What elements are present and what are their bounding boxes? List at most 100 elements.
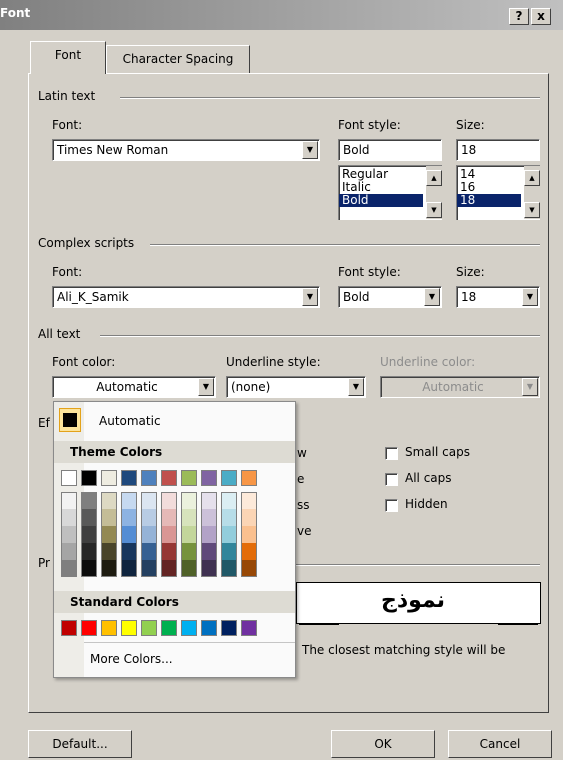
theme-shade-swatch[interactable] xyxy=(101,560,117,577)
scroll-up-button[interactable]: ▲ xyxy=(524,170,540,186)
latin-style-list[interactable]: Regular Italic Bold ▲ ▼ xyxy=(338,165,442,220)
theme-shade-swatch[interactable] xyxy=(181,543,197,560)
tab-font[interactable]: Font xyxy=(30,41,106,74)
underline-style-dropdown-button[interactable]: ▼ xyxy=(348,378,364,396)
theme-shade-swatch[interactable] xyxy=(81,543,97,560)
theme-shade-swatch[interactable] xyxy=(101,543,117,560)
theme-shade-swatch[interactable] xyxy=(201,543,217,560)
theme-shade-swatch[interactable] xyxy=(61,543,77,560)
theme-shade-swatch[interactable] xyxy=(81,526,97,543)
theme-shade-swatch[interactable] xyxy=(121,560,137,577)
complex-size-dropdown-button[interactable]: ▼ xyxy=(522,288,538,306)
theme-shade-swatch[interactable] xyxy=(161,560,177,577)
list-item[interactable]: 18 xyxy=(457,194,521,207)
standard-color-swatch[interactable] xyxy=(181,620,197,636)
theme-shade-swatch[interactable] xyxy=(81,509,97,526)
theme-shade-swatch[interactable] xyxy=(201,560,217,577)
latin-style-scrollbar[interactable]: ▲ ▼ xyxy=(426,166,442,219)
list-item[interactable]: Bold xyxy=(339,194,423,207)
scroll-up-button[interactable]: ▲ xyxy=(426,170,442,186)
small-caps-checkbox[interactable] xyxy=(385,447,398,460)
theme-shade-swatch[interactable] xyxy=(201,509,217,526)
complex-font-combo[interactable]: Ali_K_Samik ▼ xyxy=(52,286,320,308)
theme-shade-swatch[interactable] xyxy=(181,526,197,543)
complex-style-combo[interactable]: Bold ▼ xyxy=(338,286,442,308)
theme-shade-swatch[interactable] xyxy=(121,509,137,526)
complex-size-combo[interactable]: 18 ▼ xyxy=(456,286,540,308)
theme-color-swatch[interactable] xyxy=(121,470,137,486)
theme-shade-swatch[interactable] xyxy=(141,560,157,577)
standard-color-swatch[interactable] xyxy=(161,620,177,636)
theme-shade-swatch[interactable] xyxy=(241,560,257,577)
complex-font-dropdown-button[interactable]: ▼ xyxy=(302,288,318,306)
standard-color-swatch[interactable] xyxy=(201,620,217,636)
ok-button[interactable]: OK xyxy=(331,730,435,758)
theme-color-swatch[interactable] xyxy=(221,470,237,486)
theme-shade-swatch[interactable] xyxy=(141,526,157,543)
theme-color-swatch[interactable] xyxy=(181,470,197,486)
theme-shade-swatch[interactable] xyxy=(221,543,237,560)
theme-shade-swatch[interactable] xyxy=(241,543,257,560)
theme-color-swatch[interactable] xyxy=(241,470,257,486)
cancel-button[interactable]: Cancel xyxy=(448,730,552,758)
theme-shade-swatch[interactable] xyxy=(61,492,77,509)
scroll-down-button[interactable]: ▼ xyxy=(524,202,540,218)
theme-color-swatch[interactable] xyxy=(81,470,97,486)
latin-style-input[interactable]: Bold xyxy=(338,139,442,161)
latin-font-combo[interactable]: Times New Roman ▼ xyxy=(52,139,320,161)
theme-color-swatch[interactable] xyxy=(101,470,117,486)
all-caps-checkbox[interactable] xyxy=(385,473,398,486)
standard-color-swatch[interactable] xyxy=(221,620,237,636)
scroll-down-button[interactable]: ▼ xyxy=(426,202,442,218)
standard-color-swatch[interactable] xyxy=(141,620,157,636)
standard-color-swatch[interactable] xyxy=(61,620,77,636)
theme-shade-swatch[interactable] xyxy=(101,526,117,543)
theme-shade-swatch[interactable] xyxy=(161,492,177,509)
theme-shade-swatch[interactable] xyxy=(241,492,257,509)
standard-color-swatch[interactable] xyxy=(121,620,137,636)
help-button[interactable]: ? xyxy=(509,8,529,25)
latin-font-dropdown-button[interactable]: ▼ xyxy=(302,141,318,159)
theme-shade-swatch[interactable] xyxy=(161,509,177,526)
theme-shade-swatch[interactable] xyxy=(61,526,77,543)
theme-shade-swatch[interactable] xyxy=(241,526,257,543)
theme-shade-swatch[interactable] xyxy=(81,560,97,577)
automatic-color-option[interactable]: Automatic xyxy=(99,414,161,428)
theme-shade-swatch[interactable] xyxy=(181,492,197,509)
automatic-swatch-frame[interactable] xyxy=(59,408,81,432)
theme-shade-swatch[interactable] xyxy=(221,509,237,526)
theme-shade-swatch[interactable] xyxy=(161,526,177,543)
close-button[interactable]: x xyxy=(531,8,551,25)
theme-shade-swatch[interactable] xyxy=(141,509,157,526)
theme-shade-swatch[interactable] xyxy=(221,526,237,543)
font-color-combo[interactable]: Automatic ▼ xyxy=(52,376,216,398)
theme-shade-swatch[interactable] xyxy=(141,543,157,560)
theme-shade-swatch[interactable] xyxy=(61,560,77,577)
theme-shade-swatch[interactable] xyxy=(101,509,117,526)
theme-shade-swatch[interactable] xyxy=(161,543,177,560)
theme-shade-swatch[interactable] xyxy=(121,492,137,509)
latin-size-input[interactable]: 18 xyxy=(456,139,540,161)
theme-color-swatch[interactable] xyxy=(161,470,177,486)
theme-shade-swatch[interactable] xyxy=(101,492,117,509)
latin-size-scrollbar[interactable]: ▲ ▼ xyxy=(524,166,540,219)
theme-color-swatch[interactable] xyxy=(201,470,217,486)
complex-style-dropdown-button[interactable]: ▼ xyxy=(424,288,440,306)
theme-shade-swatch[interactable] xyxy=(221,560,237,577)
theme-shade-swatch[interactable] xyxy=(201,526,217,543)
theme-shade-swatch[interactable] xyxy=(81,492,97,509)
hidden-checkbox[interactable] xyxy=(385,499,398,512)
underline-style-combo[interactable]: (none) ▼ xyxy=(226,376,366,398)
theme-shade-swatch[interactable] xyxy=(181,560,197,577)
standard-color-swatch[interactable] xyxy=(81,620,97,636)
theme-shade-swatch[interactable] xyxy=(61,509,77,526)
theme-color-swatch[interactable] xyxy=(141,470,157,486)
theme-shade-swatch[interactable] xyxy=(121,543,137,560)
default-button[interactable]: Default... xyxy=(28,730,132,758)
theme-color-swatch[interactable] xyxy=(61,470,77,486)
theme-shade-swatch[interactable] xyxy=(181,509,197,526)
theme-shade-swatch[interactable] xyxy=(241,509,257,526)
latin-size-list[interactable]: 14 16 18 ▲ ▼ xyxy=(456,165,540,220)
theme-shade-swatch[interactable] xyxy=(221,492,237,509)
font-color-dropdown-button[interactable]: ▼ xyxy=(198,378,214,396)
